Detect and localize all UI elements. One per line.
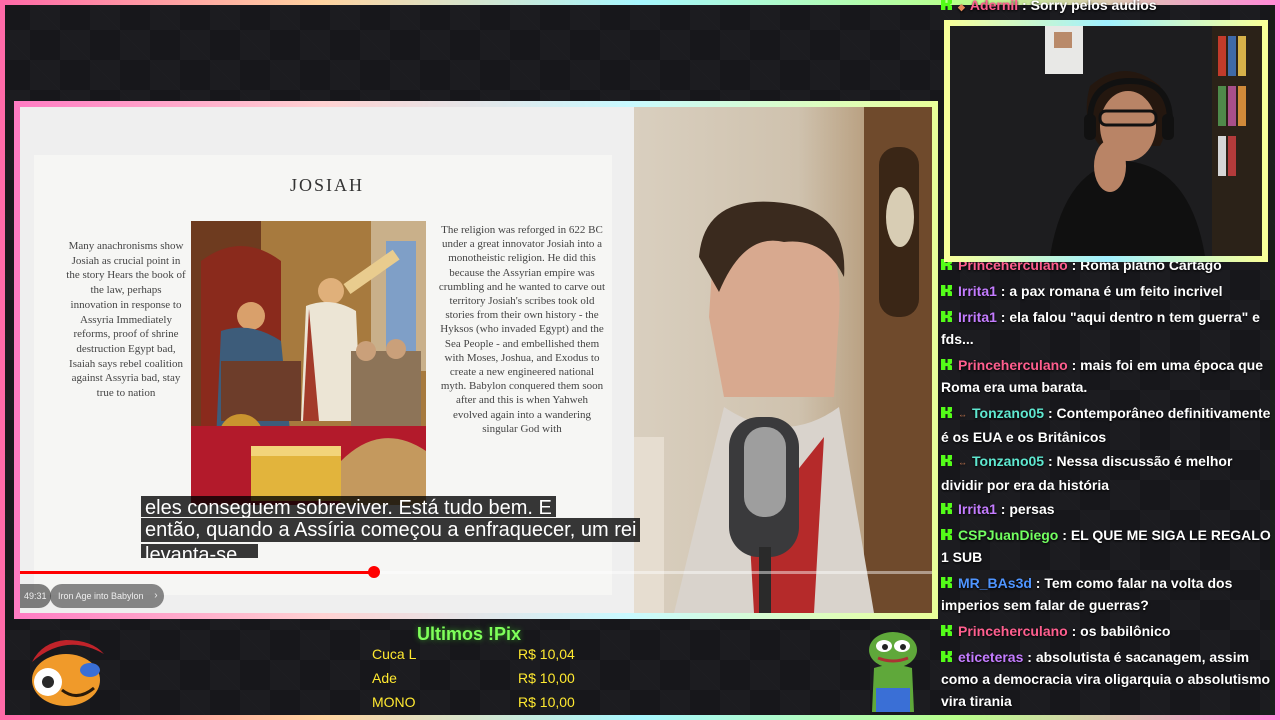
pix-title: Ultimos !Pix <box>417 624 522 644</box>
chapter-button[interactable]: Iron Age into Babylon › <box>50 584 164 608</box>
chat-username[interactable]: CSPJuanDiego <box>958 527 1058 543</box>
kick-badge-icon <box>941 651 952 662</box>
subtitle-line-top: eles conseguem sobreviver. Está tudo bem… <box>141 489 741 517</box>
chat-message: ⇔ Tonzano05 : Contemporâneo definitivamen… <box>941 402 1271 448</box>
chat-separator: : <box>996 501 1010 517</box>
chat-message: ◆ Adernil : Sorry pelos audios <box>941 0 1271 18</box>
slide-title: JOSIAH <box>289 175 364 195</box>
slide-left-text: Many anachronisms show Josiah as crucial… <box>66 240 186 400</box>
chat-message: MR_BAs3d : Tem como falar na volta dos i… <box>941 572 1271 616</box>
subtitle-line-middle: então, quando a Assíria começou a enfraq… <box>141 517 741 544</box>
chat-separator: : <box>996 309 1010 325</box>
chat-username[interactable]: Irrita1 <box>958 283 997 299</box>
kick-badge-icon <box>941 359 952 370</box>
chat-separator: : <box>1058 527 1071 543</box>
kick-badge-icon <box>941 577 952 588</box>
josiah-painting <box>191 221 426 505</box>
slide-right-text: The religion was reforged in 622 BC unde… <box>438 224 606 435</box>
chat-separator: : <box>996 283 1010 299</box>
chat-text: Sorry pelos audios <box>1030 0 1157 13</box>
chat-text: a pax romana é um feito incrivel <box>1009 283 1223 299</box>
pix-donor-name: Cuca L <box>372 646 417 662</box>
chat-message: ⇔ Tonzano05 : Nessa discussão é melhor di… <box>941 450 1271 496</box>
main-video[interactable]: JOSIAH Many anachronisms show Josiah as … <box>20 107 932 613</box>
chat-username[interactable]: MR_BAs3d <box>958 575 1032 591</box>
pix-donation-value: R$ 10,04 <box>518 646 575 662</box>
kick-badge-icon <box>941 529 952 540</box>
chat-username[interactable]: Tonzano05 <box>972 405 1044 421</box>
pix-donor-name: Ade <box>372 670 397 686</box>
chat-text: os babilônico <box>1080 623 1171 639</box>
chat-username[interactable]: Irrita1 <box>958 501 997 517</box>
streamer-webcam <box>950 26 1262 256</box>
kick-badge-icon <box>941 285 952 296</box>
pix-donor-name: MONO <box>372 694 416 710</box>
pepe-frog-icon <box>862 628 924 712</box>
kick-badge-icon <box>941 0 952 10</box>
chat-message: CSPJuanDiego : EL QUE ME SIGA LE REGALO … <box>941 524 1271 568</box>
pix-donation-value: R$ 10,00 <box>518 694 575 710</box>
chat-username[interactable]: Princeherculano <box>958 357 1068 373</box>
chat-username[interactable]: Adernil <box>970 0 1018 13</box>
chat-message: Irrita1 : ela falou "aqui dentro n tem g… <box>941 306 1271 350</box>
chat-message: Irrita1 : persas <box>941 498 1271 520</box>
subscriber-badge-icon: ⇔ <box>958 458 967 468</box>
kick-badge-icon <box>941 625 952 636</box>
chat-username[interactable]: eticeteras <box>958 649 1023 665</box>
kick-badge-icon <box>941 503 952 514</box>
mascot-character-icon <box>22 632 110 710</box>
chat-message: eticeteras : absolutista é sacanagem, as… <box>941 646 1271 712</box>
chat-message: Irrita1 : a pax romana é um feito incriv… <box>941 280 1271 302</box>
kick-badge-icon <box>941 407 952 418</box>
chat-separator: : <box>1018 0 1031 13</box>
pix-donation-value: R$ 10,00 <box>518 670 575 686</box>
chat-username[interactable]: Irrita1 <box>958 309 997 325</box>
chat-text: persas <box>1009 501 1055 517</box>
chat-username[interactable]: Princeherculano <box>958 623 1068 639</box>
subtitle-line-bottom: levanta-se... <box>141 544 741 558</box>
progress-scrubber[interactable] <box>367 566 380 578</box>
chat-separator: : <box>1023 649 1036 665</box>
chat-separator: : <box>1031 575 1045 591</box>
chat-username[interactable]: Tonzano05 <box>972 453 1044 469</box>
chat-separator: : <box>1067 357 1081 373</box>
progress-played <box>20 571 374 574</box>
chat-message: Princeherculano : os babilônico <box>941 620 1271 642</box>
chat-separator: : <box>1044 405 1057 421</box>
chat-separator: : <box>1044 453 1057 469</box>
cube-badge-icon: ◆ <box>958 2 965 12</box>
chat-message: Princeherculano : mais foi em uma época … <box>941 354 1271 398</box>
chapter-title: Iron Age into Babylon <box>58 591 144 601</box>
kick-badge-icon <box>941 455 952 466</box>
subscriber-badge-icon: ⇔ <box>958 410 967 420</box>
time-display: 49:31 <box>20 584 51 608</box>
kick-badge-icon <box>941 311 952 322</box>
video-progress-bar[interactable] <box>20 566 932 578</box>
chat-separator: : <box>1067 623 1081 639</box>
chevron-right-icon: › <box>154 590 158 601</box>
